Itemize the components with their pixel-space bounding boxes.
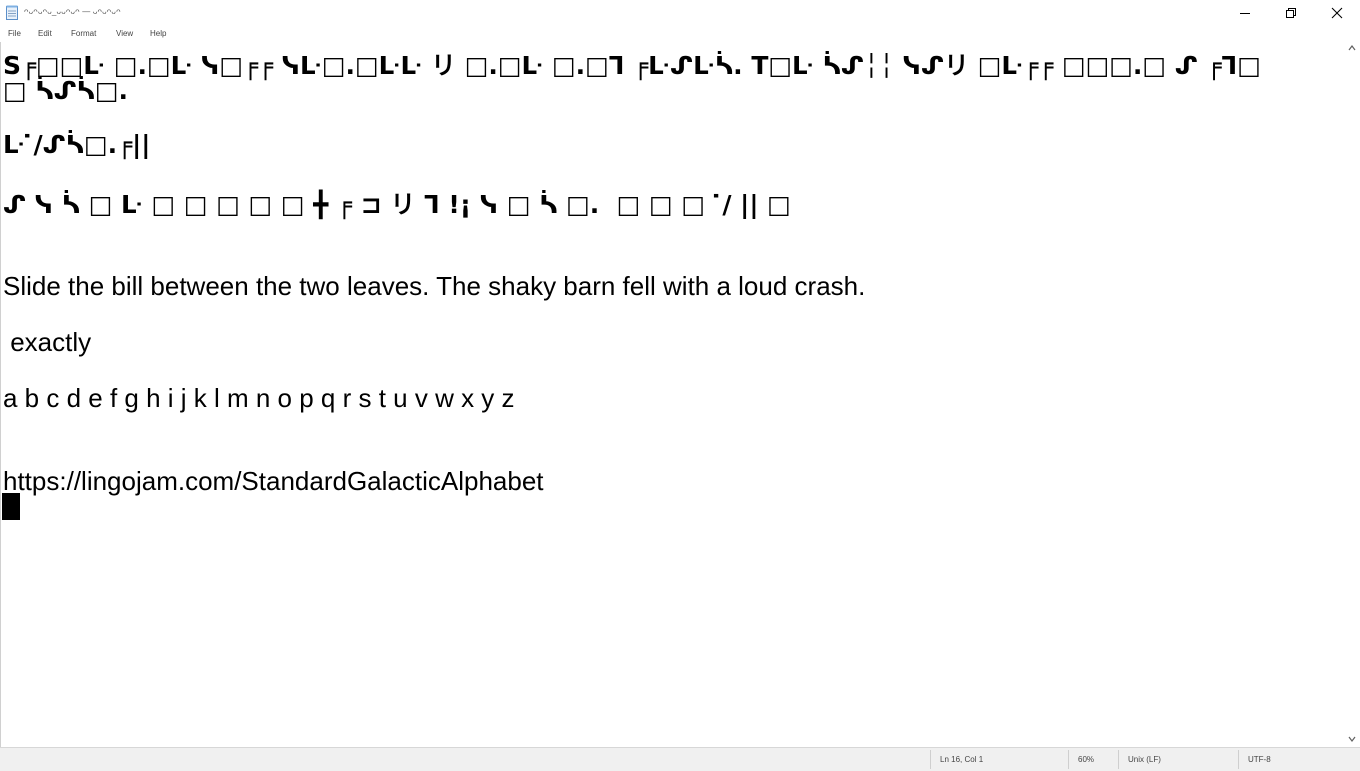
status-divider: [1118, 750, 1119, 769]
cursor-position: Ln 16, Col 1: [940, 755, 984, 764]
close-button[interactable]: [1314, 0, 1360, 26]
window-title: ᴖᴗᴖᴗᴖᴗ_ᴗᴗᴖᴗᴖ — ᴗᴖᴗᴖᴗᴖ: [24, 7, 121, 16]
vertical-scrollbar[interactable]: [1344, 42, 1360, 747]
menu-file[interactable]: File: [8, 29, 21, 38]
restore-icon: [1286, 8, 1296, 18]
text-cursor: [2, 493, 20, 520]
zoom-level: 60%: [1078, 755, 1095, 764]
status-divider: [1238, 750, 1239, 769]
text-line: exactly: [3, 327, 92, 357]
text-editor[interactable]: S╒□□ᒷ □.□ᒷ ᓭ□╒╒ ᓭᒷ□.□ᒷᒷ リ □.□ᒷ □.□ᒣ ╒ᒷᔑᒷ…: [0, 42, 1345, 747]
scroll-down-icon[interactable]: [1348, 735, 1356, 743]
status-divider: [1068, 750, 1069, 769]
text-line: a b c d e f g h i j k l m n o p q r s t …: [3, 383, 515, 413]
title-bar: ᴖᴗᴖᴗᴖᴗ_ᴗᴗᴖᴗᴖ — ᴗᴖᴗᴖᴗᴖ: [0, 0, 1360, 26]
minimize-button[interactable]: [1222, 0, 1268, 26]
maximize-button[interactable]: [1268, 0, 1314, 26]
text-line: □ ᓵᔑᓵ□.: [3, 76, 129, 105]
encoding: UTF-8: [1248, 755, 1271, 764]
minimize-icon: [1240, 13, 1250, 14]
close-icon: [1331, 7, 1343, 19]
text-line: S╒□□ᒷ □.□ᒷ ᓭ□╒╒ ᓭᒷ□.□ᒷᒷ リ □.□ᒷ □.□ᒣ ╒ᒷᔑᒷ…: [3, 51, 1261, 80]
menu-bar: File Edit Format View Help: [0, 26, 1360, 42]
menu-edit[interactable]: Edit: [38, 29, 52, 38]
text-line: ᔑ ᓭ ᓵ □ ᒷ □ □ □ □ □ ╋ ╒ ⊐ リ ᒣ !¡ ᓭ □ ᓵ □…: [3, 190, 791, 219]
text-line: Slide the bill between the two leaves. T…: [3, 271, 866, 301]
notepad-icon: [6, 5, 18, 20]
scroll-up-icon[interactable]: [1348, 44, 1356, 52]
line-ending: Unix (LF): [1128, 755, 1161, 764]
status-bar: Ln 16, Col 1 60% Unix (LF) UTF-8: [0, 747, 1360, 771]
menu-help[interactable]: Help: [150, 29, 166, 38]
text-line: https://lingojam.com/StandardGalacticAlp…: [3, 466, 544, 496]
menu-view[interactable]: View: [116, 29, 133, 38]
text-line: ᒷ ̇/ᔑᓵ□.╒||: [3, 130, 151, 159]
status-divider: [930, 750, 931, 769]
menu-format[interactable]: Format: [71, 29, 96, 38]
